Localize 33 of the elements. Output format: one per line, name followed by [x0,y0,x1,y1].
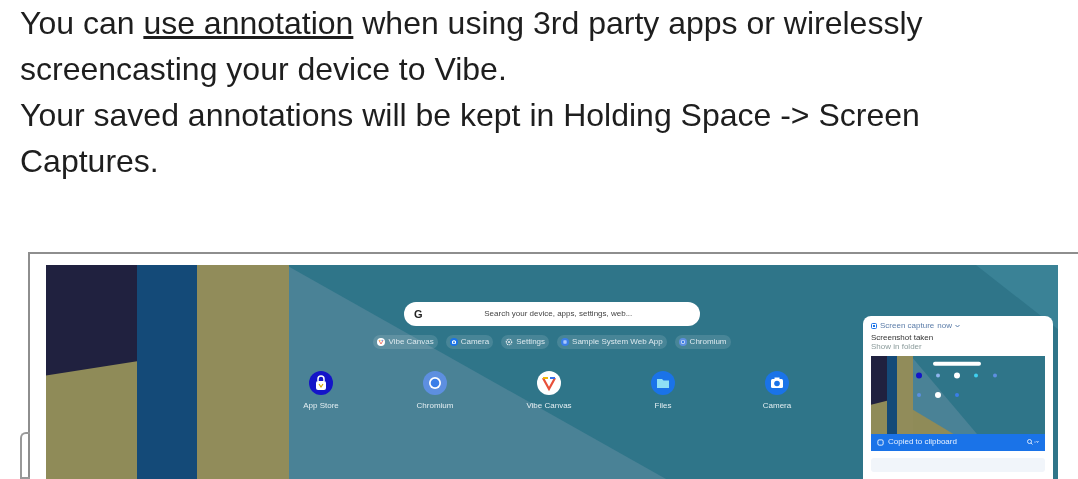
camera-icon [449,338,458,346]
chromium-icon [678,338,687,346]
camera-icon[interactable] [765,371,789,395]
settings-icon [505,338,514,346]
chromium-icon[interactable] [423,371,447,395]
suggestion-chip[interactable]: Vibe Canvas [373,335,438,349]
screenshot-thumbnail-drawing[interactable] [871,355,1045,434]
show-in-folder-link[interactable]: Show in folder [871,342,1045,352]
suggestion-chip[interactable]: Chromium [674,335,731,349]
shopping-bag-icon[interactable] [309,371,333,395]
app-square-icon [561,338,570,346]
suggestion-chip[interactable]: Settings [501,335,550,349]
suggestion-chip[interactable]: Sample System Web App [557,335,667,349]
app-label: Camera [762,400,792,412]
search-field[interactable]: G Search your device, apps, settings, web... [404,302,700,326]
suggestion-chip[interactable]: Camera [445,335,494,349]
annotation-link[interactable]: use annotation [143,5,354,41]
banner-text: Copied to clipboard [888,437,957,448]
screenshot-icon [871,322,877,329]
v-logo-icon[interactable] [537,371,561,395]
app-label: Files [654,400,672,412]
app-label: Chromium [416,400,454,412]
folder-icon[interactable] [651,371,675,395]
paragraph: You can use annotation when using 3rd party apps or wirelessly screencasting your device to Vibe. [20,4,924,89]
notification-source: Screen capture [880,321,935,331]
paragraph: Your saved annotations will be kept in Holding Space -> Screen Captures. [20,96,921,181]
app-label: Vibe Canvas [526,400,572,412]
search-icon[interactable] [1027,439,1039,446]
notification-time: now [937,321,952,331]
notification-title: Screenshot taken [871,332,935,343]
app-label: App Store [303,400,339,412]
google-logo: G [414,306,423,322]
v-logo-icon [377,338,386,346]
